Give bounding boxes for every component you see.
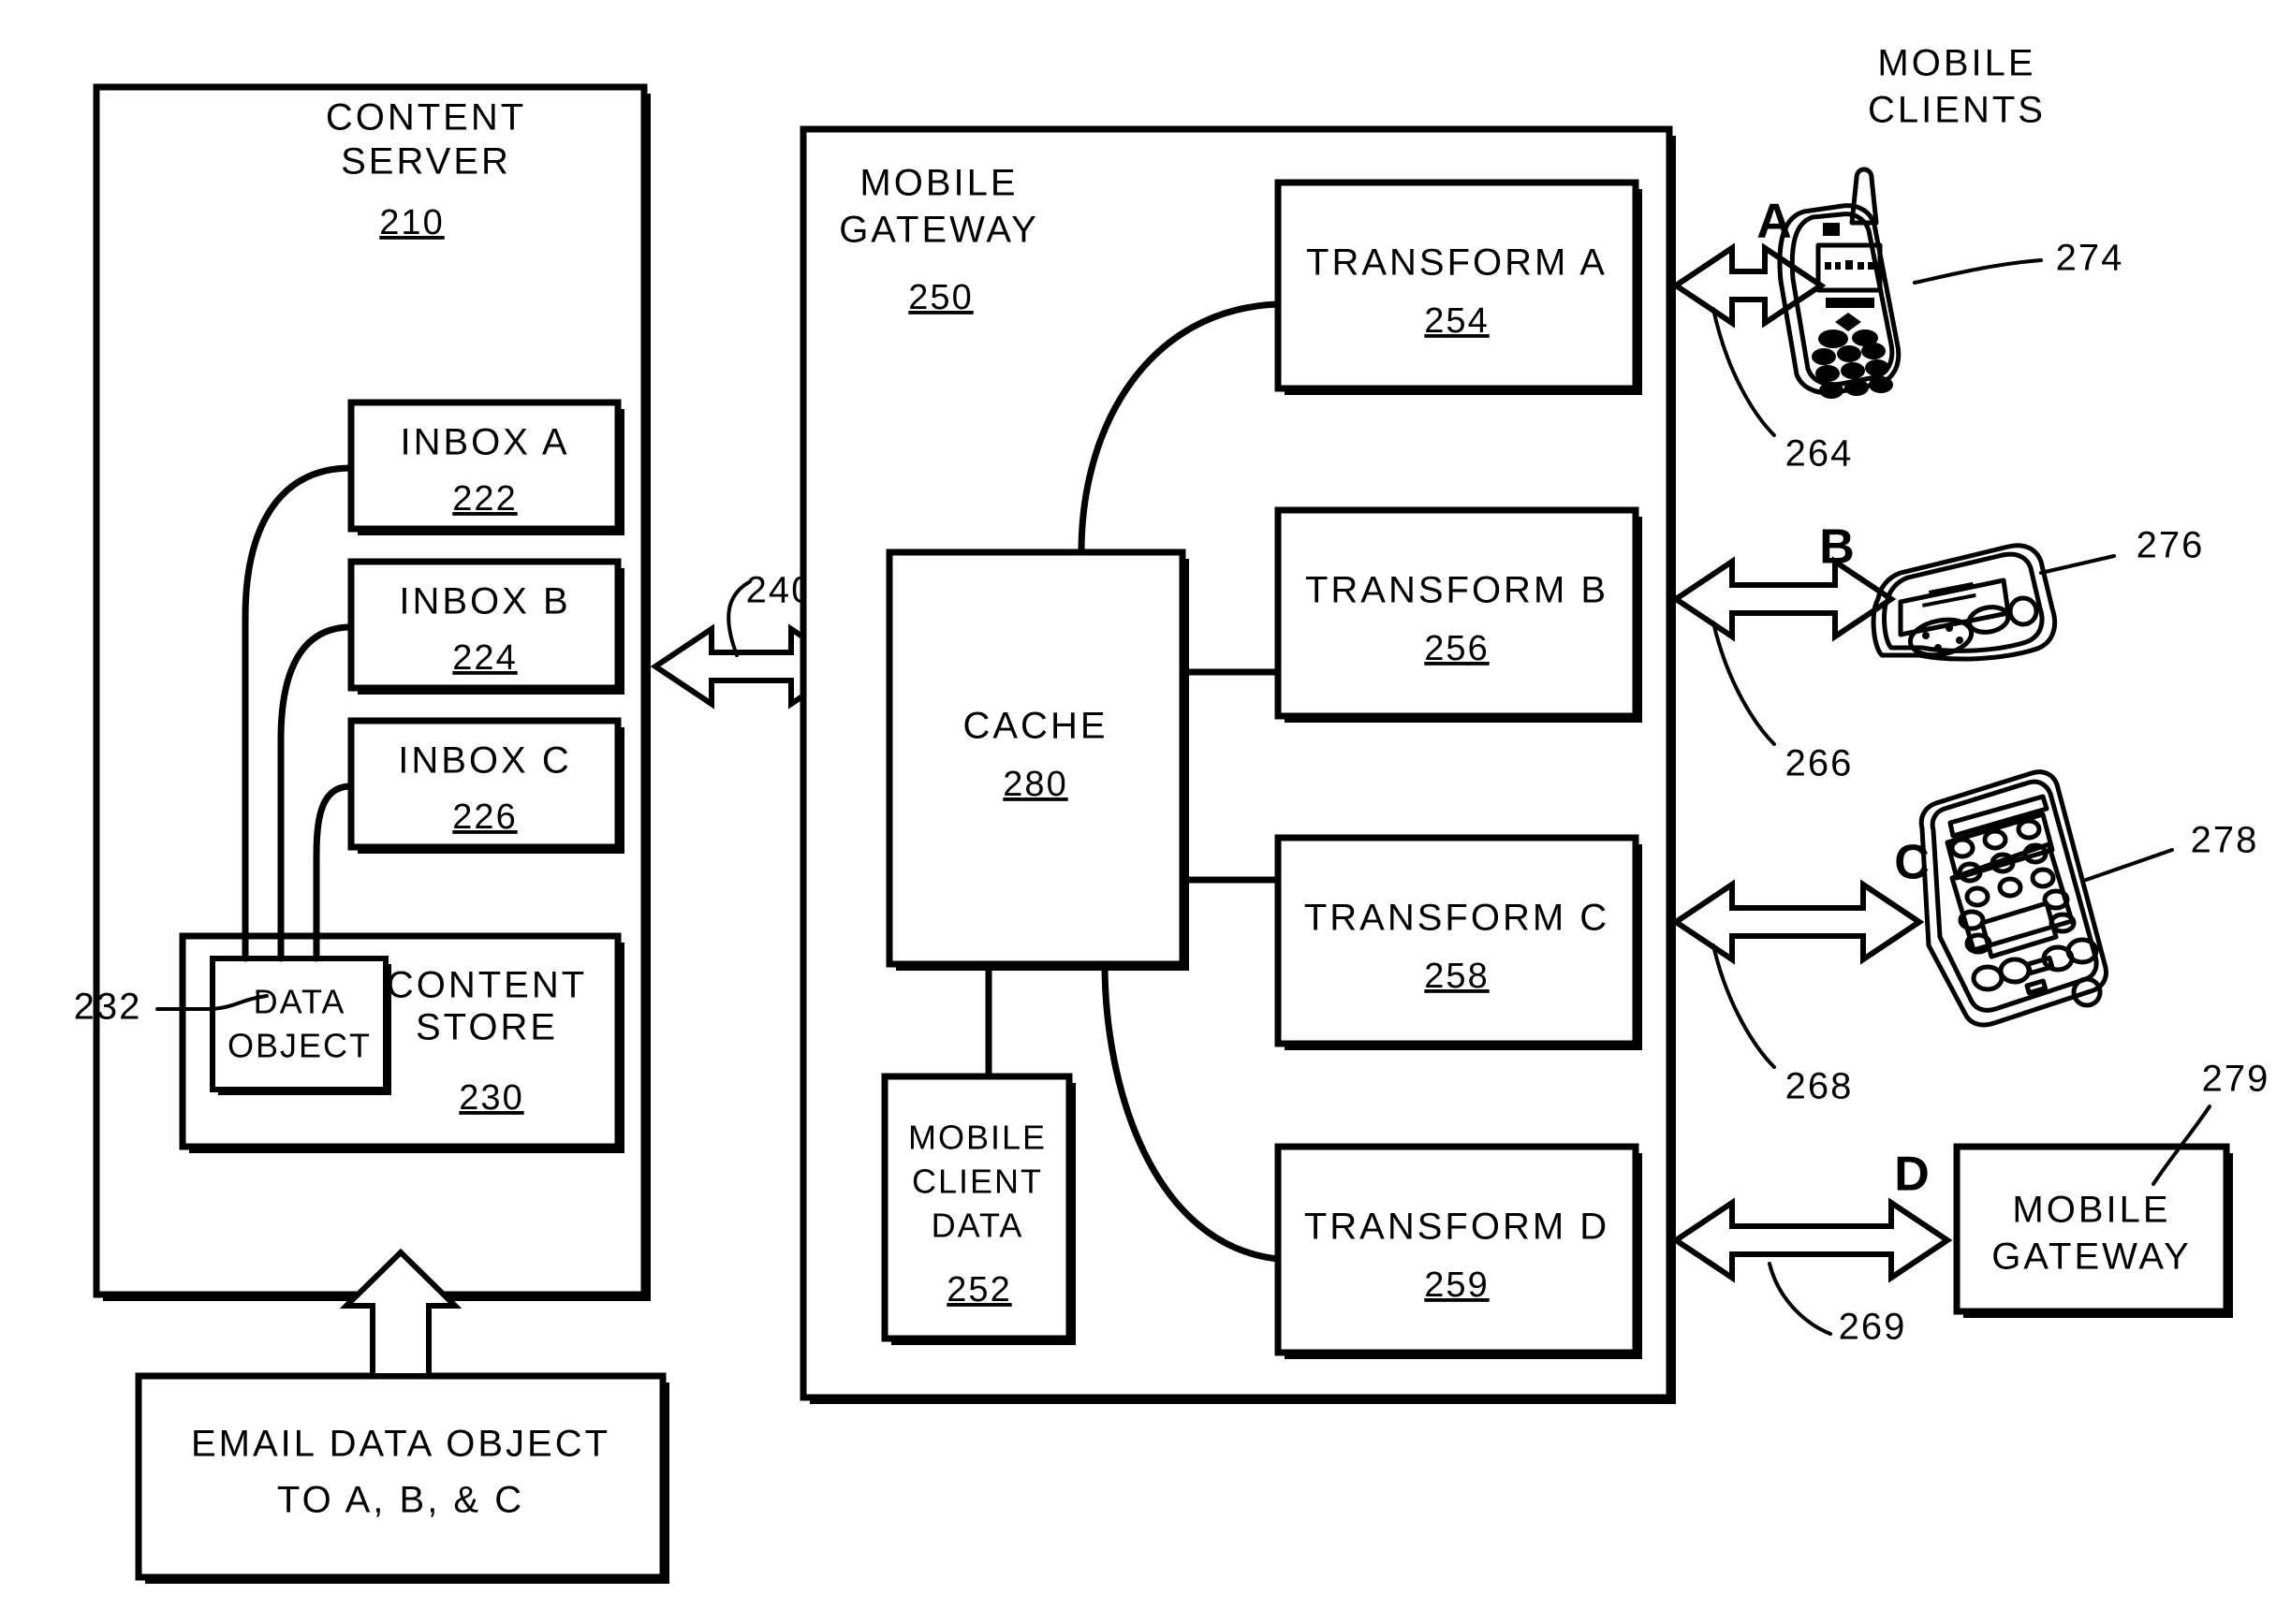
figure-canvas: CONTENT SERVER 210 INBOX A 222 INBOX B 2… bbox=[0, 0, 2291, 1624]
phone-softkey-bar bbox=[1826, 298, 1874, 308]
client-a-link-leader bbox=[1711, 307, 1776, 437]
client-c-link-ref: 268 bbox=[1785, 1066, 1854, 1107]
mobile-client-data-line1: MOBILE bbox=[908, 1119, 1047, 1157]
cache-box[interactable] bbox=[886, 549, 1186, 968]
inbox-a-label: INBOX A bbox=[400, 422, 569, 463]
pda-icon[interactable] bbox=[1918, 769, 2108, 1028]
mobile-client-data-line2: CLIENT bbox=[912, 1163, 1043, 1201]
transform-d-label: TRANSFORM D bbox=[1304, 1207, 1609, 1248]
inbox-b-ref: 224 bbox=[452, 638, 517, 678]
pager-button-round bbox=[2007, 595, 2039, 627]
client-a-link-ref: 264 bbox=[1785, 433, 1854, 475]
phone-nav-key bbox=[1835, 313, 1861, 331]
content-store-label-line1: CONTENT bbox=[387, 965, 587, 1006]
email-data-object-line1: EMAIL DATA OBJECT bbox=[191, 1424, 610, 1465]
transform-d-ref: 259 bbox=[1424, 1266, 1489, 1305]
inbox-c-ref: 226 bbox=[452, 797, 517, 837]
inbox-c-label: INBOX C bbox=[398, 740, 571, 782]
email-data-object-line2: TO A, B, & C bbox=[277, 1480, 524, 1521]
cache-ref: 280 bbox=[1003, 765, 1067, 804]
client-b-link-ref: 266 bbox=[1785, 743, 1854, 784]
client-mobile-gateway-line2: GATEWAY bbox=[1991, 1236, 2192, 1278]
pager-dot-2 bbox=[1946, 624, 1953, 632]
client-d-link-ref: 269 bbox=[1839, 1307, 1907, 1348]
transform-a-ref: 254 bbox=[1424, 301, 1489, 341]
client-b-link-leader bbox=[1711, 621, 1776, 746]
mobile-clients-title-line2: CLIENTS bbox=[1868, 90, 2046, 131]
transform-d-box[interactable] bbox=[1274, 1143, 1639, 1356]
data-object-label-line2: OBJECT bbox=[228, 1027, 372, 1065]
content-server-title-line1: CONTENT bbox=[326, 97, 526, 139]
transform-a-label: TRANSFORM A bbox=[1306, 242, 1608, 284]
phone-keypad bbox=[1812, 343, 1893, 399]
client-c-device-leader bbox=[2084, 848, 2174, 882]
transform-a-box[interactable] bbox=[1274, 179, 1639, 392]
mobile-client-data-ref: 252 bbox=[947, 1270, 1011, 1309]
patent-diagram: CONTENT SERVER 210 INBOX A 222 INBOX B 2… bbox=[74, 43, 2270, 1584]
transform-b-box[interactable] bbox=[1274, 506, 1639, 720]
client-c-device-ref: 278 bbox=[2191, 820, 2259, 861]
cache-label: CACHE bbox=[962, 706, 1108, 747]
content-server-title-line2: SERVER bbox=[341, 141, 511, 183]
client-d-device-ref: 279 bbox=[2202, 1059, 2270, 1100]
transform-b-ref: 256 bbox=[1424, 629, 1489, 668]
phone-screen-text bbox=[1825, 260, 1874, 270]
transform-c-label: TRANSFORM C bbox=[1304, 898, 1609, 939]
pager-dot-3 bbox=[1956, 636, 1963, 644]
data-object-box[interactable] bbox=[210, 956, 389, 1092]
transform-c-ref: 258 bbox=[1424, 957, 1489, 996]
client-a-letter: A bbox=[1756, 195, 1792, 249]
email-data-object-box[interactable] bbox=[135, 1372, 667, 1581]
client-a-device-ref: 274 bbox=[2056, 238, 2124, 279]
mobile-gateway-ref: 250 bbox=[908, 278, 973, 317]
transform-b-label: TRANSFORM B bbox=[1305, 570, 1608, 611]
phone-earpiece bbox=[1823, 223, 1840, 236]
mobile-gateway-title-line2: GATEWAY bbox=[839, 210, 1039, 251]
mobile-gateway-title-line1: MOBILE bbox=[859, 163, 1018, 204]
inbox-b-label: INBOX B bbox=[399, 581, 570, 622]
transform-c-box[interactable] bbox=[1274, 834, 1639, 1047]
pager-dot-4 bbox=[1934, 644, 1942, 651]
content-store-ref: 230 bbox=[459, 1078, 523, 1118]
data-object-label-line1: DATA bbox=[254, 983, 346, 1021]
client-b-device-ref: 276 bbox=[2137, 525, 2205, 566]
mobile-clients-title-line1: MOBILE bbox=[1877, 43, 2035, 84]
client-d-letter: D bbox=[1894, 1148, 1930, 1202]
pager-dot-1 bbox=[1922, 632, 1930, 639]
inbox-a-ref: 222 bbox=[452, 479, 517, 519]
client-c-link-leader bbox=[1711, 944, 1776, 1069]
client-b-device-leader bbox=[2039, 554, 2116, 575]
client-d-link-leader bbox=[1768, 1262, 1832, 1336]
data-object-ref: 232 bbox=[74, 987, 142, 1028]
phone-left-key bbox=[1818, 329, 1848, 348]
client-b-letter: B bbox=[1819, 520, 1855, 575]
client-a-device-leader bbox=[1913, 258, 2043, 285]
content-server-ref: 210 bbox=[379, 203, 444, 242]
client-mobile-gateway-line1: MOBILE bbox=[2012, 1190, 2170, 1231]
pager-icon[interactable] bbox=[1871, 543, 2058, 662]
content-store-label-line2: STORE bbox=[416, 1007, 558, 1048]
client-d-link-arrow bbox=[1670, 1197, 1953, 1283]
mobile-client-data-line3: DATA bbox=[932, 1207, 1024, 1245]
client-b-link-arrow bbox=[1670, 556, 1897, 642]
